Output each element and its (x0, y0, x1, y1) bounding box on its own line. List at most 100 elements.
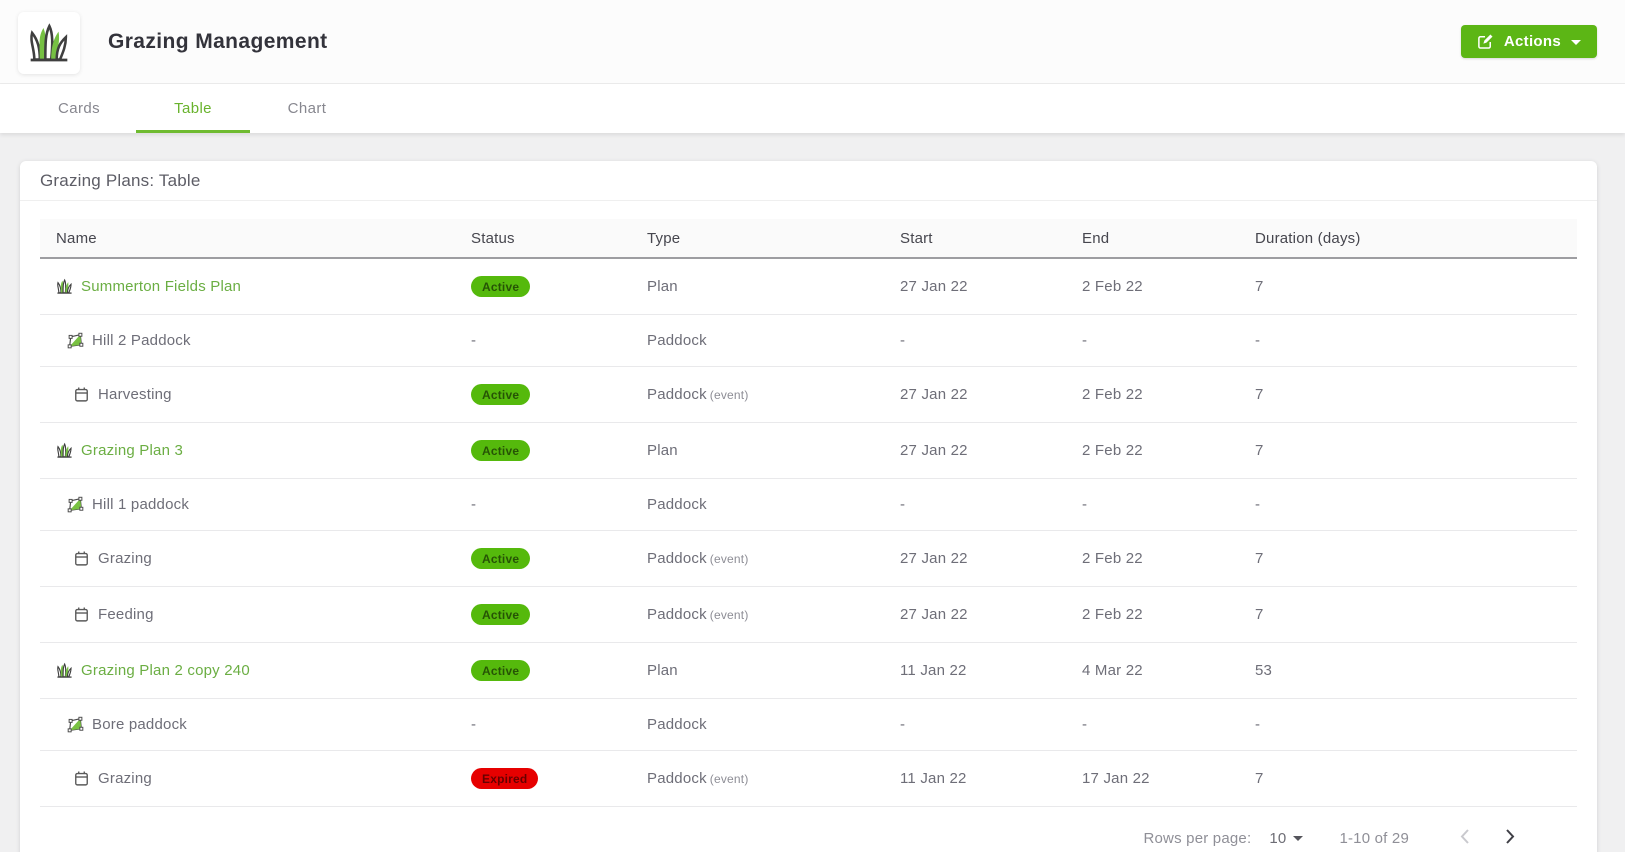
previous-page-button[interactable] (1449, 823, 1479, 852)
end-date: 2 Feb 22 (1066, 531, 1239, 587)
status-badge: Expired (471, 768, 538, 789)
status-badge: Active (471, 384, 530, 405)
column-header-name: Name (40, 219, 455, 258)
chevron-right-icon (1505, 828, 1516, 848)
end-date: 17 Jan 22 (1066, 751, 1239, 807)
event-name: Feeding (98, 606, 154, 623)
grass-icon (56, 278, 73, 295)
tab-chart[interactable]: Chart (250, 84, 364, 133)
type-value: Plan (647, 278, 678, 295)
type-value: Paddock (647, 386, 707, 403)
type-value: Paddock (647, 332, 707, 349)
duration-value: - (1239, 479, 1577, 531)
calendar-icon (73, 770, 90, 787)
start-date: - (884, 479, 1066, 531)
plan-name-link[interactable]: Grazing Plan 2 copy 240 (81, 662, 250, 679)
status-badge: Active (471, 276, 530, 297)
column-header-start: Start (884, 219, 1066, 258)
actions-button[interactable]: Actions (1461, 25, 1597, 58)
column-header-duration: Duration (days) (1239, 219, 1577, 258)
column-header-status: Status (455, 219, 631, 258)
table-row: Feeding Active Paddock(event) 27 Jan 22 … (40, 587, 1577, 643)
grazing-plans-table: Name Status Type Start End Duration (day… (40, 219, 1577, 807)
end-date: 2 Feb 22 (1066, 367, 1239, 423)
duration-value: 53 (1239, 643, 1577, 699)
page-title: Grazing Management (108, 30, 328, 54)
duration-value: - (1239, 699, 1577, 751)
grazing-plans-card: Grazing Plans: Table Name Status Type St… (20, 161, 1597, 852)
status-badge: Active (471, 440, 530, 461)
duration-value: 7 (1239, 531, 1577, 587)
status-badge: - (471, 332, 476, 349)
duration-value: 7 (1239, 587, 1577, 643)
start-date: 27 Jan 22 (884, 531, 1066, 587)
table-row: Hill 2 Paddock - Paddock - - - (40, 315, 1577, 367)
duration-value: 7 (1239, 258, 1577, 315)
start-date: 27 Jan 22 (884, 258, 1066, 315)
status-badge: Active (471, 604, 530, 625)
caret-down-icon (1293, 836, 1303, 841)
table-row: Harvesting Active Paddock(event) 27 Jan … (40, 367, 1577, 423)
end-date: - (1066, 479, 1239, 531)
plan-name-link[interactable]: Summerton Fields Plan (81, 278, 241, 295)
type-value: Plan (647, 662, 678, 679)
start-date: - (884, 699, 1066, 751)
type-suffix: (event) (710, 552, 749, 566)
type-suffix: (event) (710, 388, 749, 402)
event-name: Harvesting (98, 386, 172, 403)
duration-value: 7 (1239, 423, 1577, 479)
table-row: Grazing Expired Paddock(event) 11 Jan 22… (40, 751, 1577, 807)
chevron-left-icon (1459, 828, 1470, 848)
tab-cards[interactable]: Cards (22, 84, 136, 133)
table-header-row: Name Status Type Start End Duration (day… (40, 219, 1577, 258)
pagination-bar: Rows per page: 10 1-10 of 29 (40, 807, 1577, 852)
app-logo (18, 12, 80, 74)
table-row: Grazing Plan 3 Active Plan 27 Jan 22 2 F… (40, 423, 1577, 479)
actions-label: Actions (1504, 33, 1561, 50)
paddock-name: Hill 2 Paddock (92, 332, 191, 349)
type-value: Paddock (647, 550, 707, 567)
event-name: Grazing (98, 550, 152, 567)
status-badge: - (471, 716, 476, 733)
type-suffix: (event) (710, 772, 749, 786)
end-date: - (1066, 699, 1239, 751)
tab-table[interactable]: Table (136, 84, 250, 133)
table-row: Summerton Fields Plan Active Plan 27 Jan… (40, 258, 1577, 315)
rows-per-page-value: 10 (1269, 830, 1286, 847)
page-range-label: 1-10 of 29 (1339, 830, 1409, 847)
tab-bar: Cards Table Chart (0, 84, 1625, 133)
calendar-icon (73, 606, 90, 623)
grass-icon (56, 662, 73, 679)
end-date: - (1066, 315, 1239, 367)
table-row: Grazing Active Paddock(event) 27 Jan 22 … (40, 531, 1577, 587)
table-row: Grazing Plan 2 copy 240 Active Plan 11 J… (40, 643, 1577, 699)
table-body: Summerton Fields Plan Active Plan 27 Jan… (40, 258, 1577, 807)
edit-icon (1477, 33, 1494, 50)
paddock-icon (67, 716, 84, 733)
paddock-name: Bore paddock (92, 716, 187, 733)
rows-per-page-select[interactable]: 10 (1269, 830, 1303, 847)
column-header-end: End (1066, 219, 1239, 258)
type-value: Paddock (647, 496, 707, 513)
status-badge: - (471, 496, 476, 513)
start-date: - (884, 315, 1066, 367)
start-date: 11 Jan 22 (884, 643, 1066, 699)
calendar-icon (73, 386, 90, 403)
status-badge: Active (471, 548, 530, 569)
duration-value: 7 (1239, 751, 1577, 807)
end-date: 2 Feb 22 (1066, 423, 1239, 479)
end-date: 4 Mar 22 (1066, 643, 1239, 699)
duration-value: - (1239, 315, 1577, 367)
app-header: Grazing Management Actions (0, 0, 1625, 84)
plan-name-link[interactable]: Grazing Plan 3 (81, 442, 183, 459)
end-date: 2 Feb 22 (1066, 258, 1239, 315)
type-value: Plan (647, 442, 678, 459)
paddock-icon (67, 332, 84, 349)
start-date: 11 Jan 22 (884, 751, 1066, 807)
status-badge: Active (471, 660, 530, 681)
grass-icon (27, 21, 71, 65)
paddock-name: Hill 1 paddock (92, 496, 189, 513)
card-title: Grazing Plans: Table (20, 161, 1597, 201)
next-page-button[interactable] (1495, 823, 1525, 852)
grass-icon (56, 442, 73, 459)
